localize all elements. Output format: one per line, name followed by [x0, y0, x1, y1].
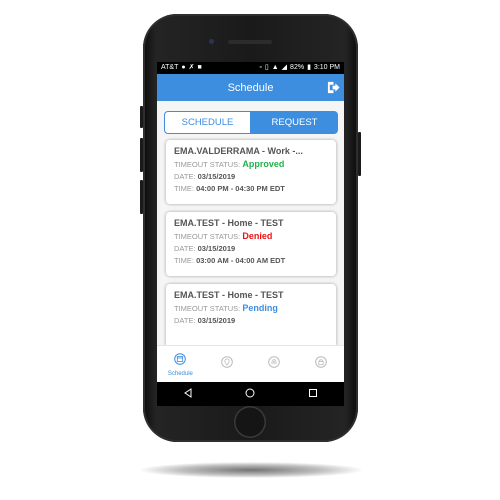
back-icon[interactable]	[183, 385, 193, 403]
battery-percent: 82%	[290, 64, 305, 71]
time-value: 04:00 PM - 04:30 PM EDT	[196, 184, 285, 193]
status-bar: AT&T ● ✗ ■ ▫ ▯ ▲ ◢ 82% ▮ 3:10 PM	[157, 62, 344, 74]
home-button[interactable]	[234, 406, 266, 438]
timeout-status-label: TIMEOUT STATUS:	[174, 232, 241, 241]
nav-location[interactable]	[204, 346, 251, 382]
mute-switch	[140, 106, 143, 128]
request-card[interactable]: EMA.VALDERRAMA - Work -... TIMEOUT STATU…	[166, 140, 336, 204]
time-label: TIME:	[174, 256, 194, 265]
phone-frame: AT&T ● ✗ ■ ▫ ▯ ▲ ◢ 82% ▮ 3:10 PM Schedul…	[140, 14, 361, 442]
request-list: EMA.VALDERRAMA - Work -... TIMEOUT STATU…	[157, 140, 344, 348]
missed-call-icon: ✗	[188, 64, 195, 71]
timeout-status-label: TIMEOUT STATUS:	[174, 304, 241, 313]
phone-shadow	[140, 462, 362, 478]
status-badge: Approved	[242, 159, 285, 169]
status-row: TIMEOUT STATUS: Denied	[174, 231, 328, 241]
nav-fingerprint[interactable]	[251, 346, 298, 382]
date-value: 03/15/2019	[197, 316, 236, 325]
time-label: TIME:	[174, 184, 194, 193]
fingerprint-icon	[268, 355, 280, 373]
request-card[interactable]: EMA.TEST - Home - TEST TIMEOUT STATUS: D…	[166, 212, 336, 276]
location-icon	[221, 355, 233, 373]
notification-icon: ●	[181, 64, 186, 71]
battery-icon: ▮	[307, 64, 311, 71]
segmented-tabs: SCHEDULE REQUEST	[164, 111, 338, 134]
bottom-nav: Schedule	[157, 345, 344, 382]
wifi-icon: ▲	[271, 64, 279, 71]
date-row: DATE: 03/15/2019	[174, 244, 328, 253]
chat-icon: ■	[197, 64, 202, 71]
request-title: EMA.VALDERRAMA - Work -...	[174, 146, 303, 156]
tab-schedule[interactable]: SCHEDULE	[164, 111, 251, 134]
time-row: TIME: 03:00 AM - 04:00 AM EDT	[174, 256, 328, 265]
nav-schedule[interactable]: Schedule	[157, 346, 204, 382]
calendar-icon	[174, 352, 187, 370]
front-camera	[209, 39, 214, 44]
date-label: DATE:	[174, 244, 196, 253]
date-label: DATE:	[174, 316, 196, 325]
recents-icon[interactable]	[308, 385, 318, 403]
vibrate-icon: ▯	[264, 64, 269, 71]
app-header: Schedule	[157, 74, 344, 101]
android-nav-bar	[157, 382, 344, 406]
time-value: 03:00 AM - 04:00 AM EDT	[196, 256, 286, 265]
time-row: TIME: 04:00 PM - 04:30 PM EDT	[174, 184, 328, 193]
status-row: TIMEOUT STATUS: Pending	[174, 303, 328, 313]
logout-icon[interactable]	[327, 81, 340, 99]
nav-schedule-label: Schedule	[167, 370, 193, 377]
carrier-label: AT&T	[161, 64, 179, 71]
app-screen: AT&T ● ✗ ■ ▫ ▯ ▲ ◢ 82% ▮ 3:10 PM Schedul…	[157, 62, 344, 382]
status-row: TIMEOUT STATUS: Approved	[174, 159, 328, 169]
nav-lock[interactable]	[297, 346, 344, 382]
date-value: 03/15/2019	[197, 172, 236, 181]
status-badge: Pending	[242, 303, 278, 313]
request-title: EMA.TEST - Home - TEST	[174, 290, 284, 300]
home-icon[interactable]	[245, 385, 255, 403]
earpiece-speaker	[228, 40, 272, 44]
date-value: 03/15/2019	[197, 244, 236, 253]
signal-icon: ◢	[281, 64, 288, 71]
lock-icon	[314, 355, 327, 373]
timeout-status-label: TIMEOUT STATUS:	[174, 160, 241, 169]
page-title: Schedule	[227, 81, 274, 94]
nfc-icon: ▫	[259, 64, 262, 71]
request-card[interactable]: EMA.TEST - Home - TEST TIMEOUT STATUS: P…	[166, 284, 336, 348]
date-row: DATE: 03/15/2019	[174, 316, 328, 325]
status-badge: Denied	[242, 231, 273, 241]
date-row: DATE: 03/15/2019	[174, 172, 328, 181]
volume-down-button	[140, 180, 143, 214]
date-label: DATE:	[174, 172, 196, 181]
request-title: EMA.TEST - Home - TEST	[174, 218, 284, 228]
power-button	[358, 132, 361, 176]
volume-up-button	[140, 138, 143, 172]
tab-request[interactable]: REQUEST	[251, 111, 338, 134]
clock: 3:10 PM	[313, 64, 340, 71]
